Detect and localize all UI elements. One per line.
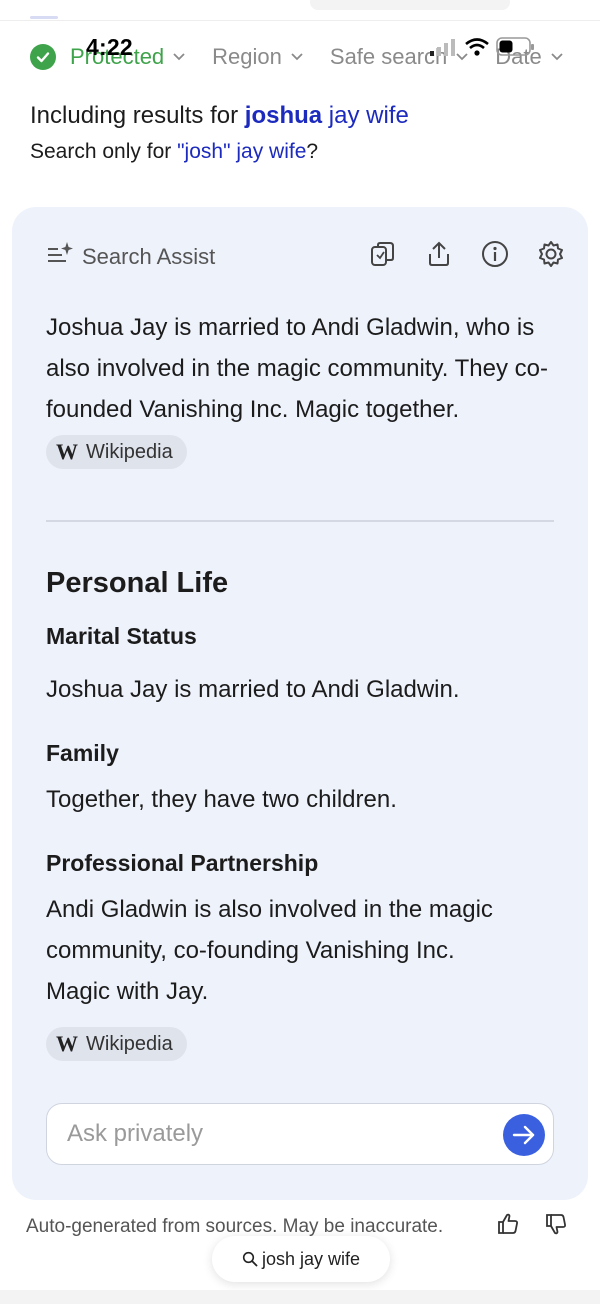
source-chip[interactable]: W Wikipedia xyxy=(46,434,187,469)
family-text: Together, they have two children. xyxy=(46,786,397,813)
divider xyxy=(46,520,554,522)
assist-summary: Joshua Jay is married to Andi Gladwin, w… xyxy=(46,307,556,471)
thumbs-down-icon[interactable] xyxy=(544,1212,568,1241)
partner-title: Professional Partnership xyxy=(46,850,319,876)
tab-indicator xyxy=(30,16,58,19)
bottom-search-pill[interactable]: josh jay wife xyxy=(212,1236,390,1282)
source-chip[interactable]: W Wikipedia xyxy=(46,1027,187,1061)
bottom-search-query: josh jay wife xyxy=(261,1248,361,1269)
disclaimer: Auto-generated from sources. May be inac… xyxy=(26,1216,444,1237)
thumbs-up-icon[interactable] xyxy=(496,1212,520,1241)
chevron-down-icon xyxy=(550,52,564,62)
marital-text: Joshua Jay is married to Andi Gladwin. xyxy=(46,676,460,703)
section-title: Personal Life xyxy=(46,567,229,599)
chevron-down-icon xyxy=(290,52,304,62)
wifi-icon xyxy=(464,37,490,62)
assist-actions xyxy=(368,239,566,269)
ask-privately-field[interactable] xyxy=(46,1103,554,1165)
search-only-prefix: Search only for xyxy=(30,140,172,163)
status-icons xyxy=(428,36,536,63)
search-assist-card: Search Assist Joshua Jay is married to A… xyxy=(12,207,588,1200)
sparkle-list-icon xyxy=(46,241,74,273)
battery-icon xyxy=(496,36,536,63)
send-button[interactable] xyxy=(503,1114,545,1156)
partner-text: Andi Gladwin is also involved in the mag… xyxy=(46,896,493,1005)
info-icon[interactable] xyxy=(480,239,510,269)
search-only-link[interactable]: "josh" jay wife xyxy=(177,140,306,163)
including-prefix: Including results for xyxy=(30,102,239,129)
search-only-suffix: ? xyxy=(306,140,319,163)
including-query-rest[interactable]: jay wife xyxy=(329,102,409,129)
wikipedia-icon: W xyxy=(56,1031,78,1056)
assist-header: Search Assist xyxy=(46,241,215,273)
share-icon[interactable] xyxy=(424,239,454,269)
status-time: 4:22 xyxy=(86,34,133,60)
feedback-buttons xyxy=(496,1212,568,1241)
arrow-right-icon xyxy=(512,1125,535,1145)
search-only: Search only for "josh" jay wife? xyxy=(30,140,318,164)
check-icon xyxy=(30,44,56,70)
top-pill xyxy=(310,0,510,10)
ask-input[interactable] xyxy=(67,1120,467,1148)
source-chip-label: Wikipedia xyxy=(86,1033,173,1055)
copy-icon[interactable] xyxy=(368,239,398,269)
filter-region-label: Region xyxy=(212,44,282,69)
including-query-bold[interactable]: joshua xyxy=(245,102,322,129)
signal-icon xyxy=(428,37,458,62)
summary-text: Joshua Jay is married to Andi Gladwin, w… xyxy=(46,314,548,423)
family-title: Family xyxy=(46,740,119,766)
bottom-bar xyxy=(0,1290,600,1304)
filter-region[interactable]: Region xyxy=(212,44,304,70)
source-chip-label: Wikipedia xyxy=(86,440,173,463)
marital-title: Marital Status xyxy=(46,623,197,649)
search-icon xyxy=(242,1251,258,1267)
wikipedia-icon: W xyxy=(56,438,78,464)
assist-title: Search Assist xyxy=(82,244,216,269)
chevron-down-icon xyxy=(172,52,186,62)
including-results: Including results for joshua jay wife xyxy=(30,102,409,130)
gear-icon[interactable] xyxy=(536,239,566,269)
top-divider xyxy=(0,20,600,21)
